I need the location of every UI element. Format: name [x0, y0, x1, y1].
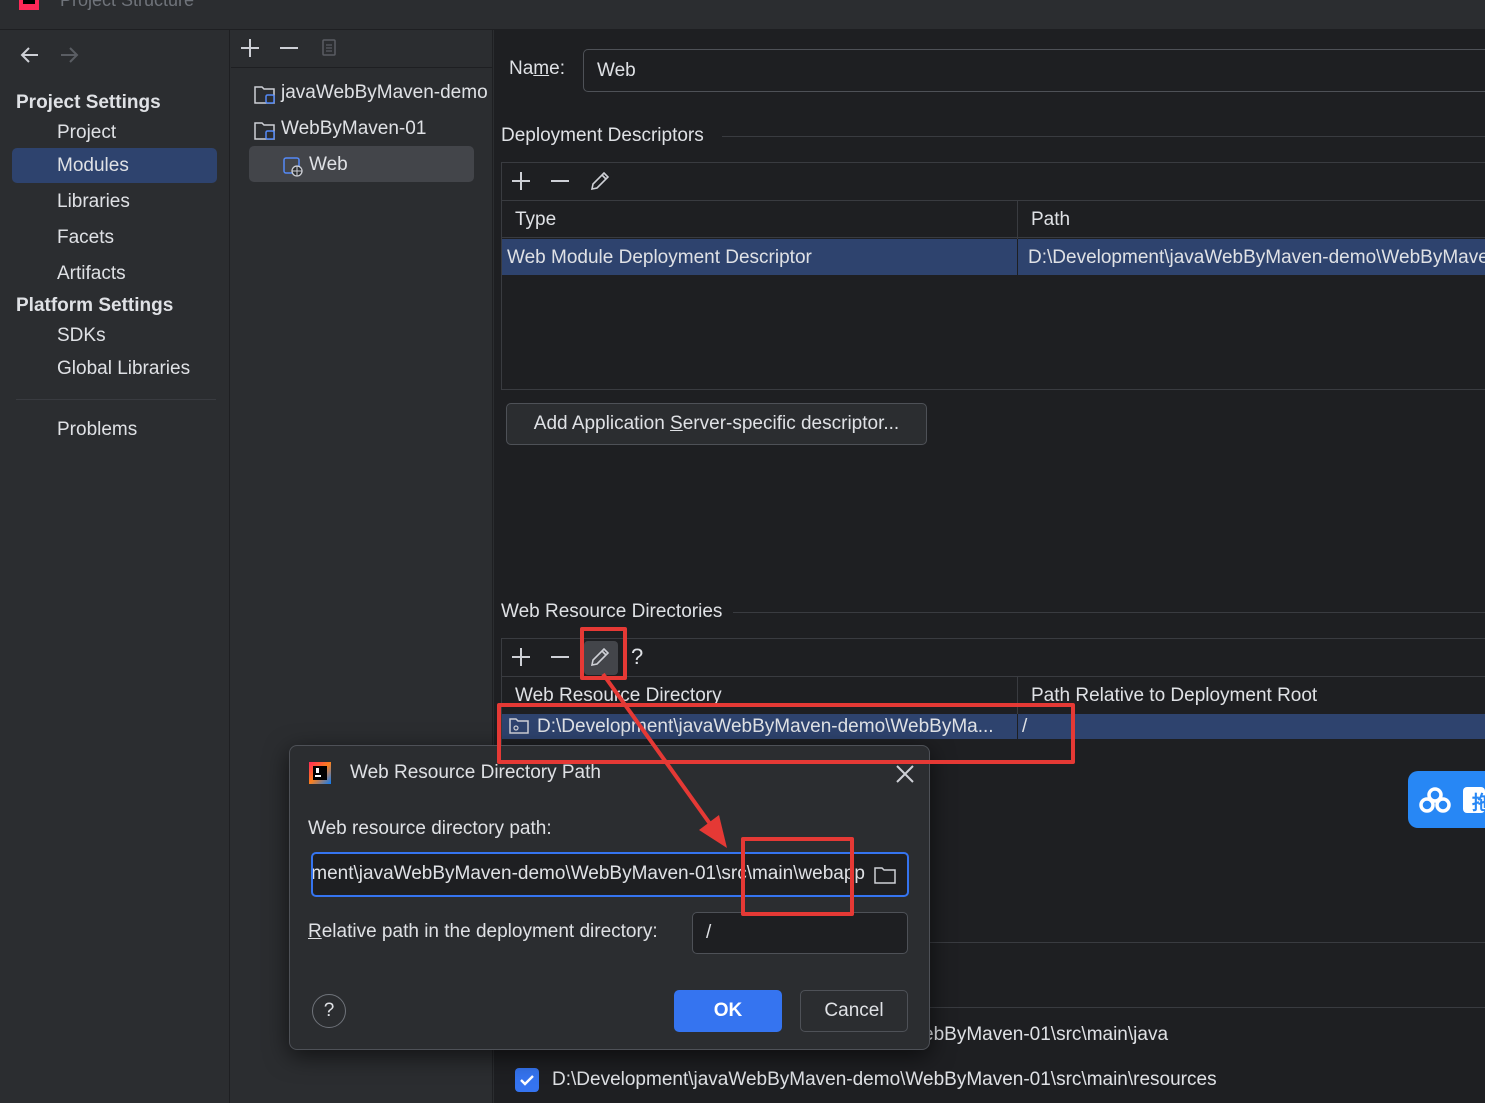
deployment-descriptors-table — [501, 162, 1485, 390]
plus-icon[interactable] — [509, 169, 533, 193]
source-root-checkbox[interactable] — [515, 1068, 539, 1092]
tree-item-javawebbymaven-demo[interactable]: javaWebByMaven-demo — [253, 75, 493, 111]
close-icon[interactable] — [893, 762, 917, 786]
intellij-logo-icon — [18, 0, 40, 10]
nav-item-sdks[interactable]: SDKs — [12, 318, 217, 353]
cloud-drive-widget[interactable]: 拖 — [1408, 771, 1485, 828]
browse-folder-icon[interactable] — [873, 864, 897, 886]
web-resource-directories-title: Web Resource Directories — [501, 601, 723, 622]
relative-path-input[interactable]: / — [692, 912, 908, 954]
name-label: Name: — [509, 58, 565, 79]
dialog-title: Web Resource Directory Path — [350, 762, 601, 783]
cancel-button[interactable]: Cancel — [800, 990, 908, 1032]
table-toolbar-divider — [502, 200, 1485, 201]
nav-item-libraries[interactable]: Libraries — [12, 184, 217, 219]
relative-path-label: Relative path in the deployment director… — [308, 921, 658, 942]
annotation-box-path-segment — [741, 837, 854, 916]
module-folder-icon — [253, 83, 277, 105]
nav-item-artifacts[interactable]: Artifacts — [12, 256, 217, 291]
plus-icon[interactable] — [509, 645, 533, 669]
group-divider — [733, 612, 1485, 613]
deployment-descriptors-title: Deployment Descriptors — [501, 125, 704, 146]
column-header-path[interactable]: Path — [1031, 209, 1070, 231]
descriptor-path-cell: D:\Development\javaWebByMaven-demo\WebBy… — [1028, 247, 1485, 268]
section-divider — [930, 942, 1485, 943]
minus-icon[interactable] — [277, 36, 301, 60]
column-separator — [1017, 239, 1018, 275]
copy-icon[interactable] — [317, 36, 341, 60]
minus-icon[interactable] — [548, 169, 572, 193]
minus-icon[interactable] — [548, 645, 572, 669]
widget-label: 拖 — [1472, 793, 1485, 814]
nav-item-problems[interactable]: Problems — [12, 412, 217, 447]
nav-item-modules[interactable]: Modules — [12, 148, 217, 183]
group-divider — [722, 136, 1485, 137]
descriptor-type-cell: Web Module Deployment Descriptor — [507, 247, 812, 268]
tree-item-web[interactable]: Web — [281, 147, 471, 183]
section-divider — [930, 1007, 1485, 1008]
cloud-drive-icon — [1418, 785, 1452, 815]
nav-item-facets[interactable]: Facets — [12, 220, 217, 255]
nav-item-global-libraries[interactable]: Global Libraries — [12, 351, 217, 386]
intellij-logo-icon — [308, 761, 332, 785]
nav-divider — [16, 399, 216, 400]
ok-button[interactable]: OK — [674, 990, 782, 1032]
project-settings-header: Project Settings — [16, 92, 161, 113]
plus-icon[interactable] — [238, 36, 262, 60]
tree-toolbar-divider — [231, 67, 493, 68]
module-folder-icon — [253, 119, 277, 141]
help-question-icon[interactable]: ? — [631, 644, 643, 670]
title-bar — [0, 0, 1485, 30]
tree-item-webbymaven-01[interactable]: WebByMaven-01 — [253, 111, 493, 147]
window-title: Project Structure — [60, 0, 195, 10]
name-input[interactable]: Web — [583, 49, 1485, 92]
add-server-descriptor-button[interactable]: Add Application Server-specific descript… — [506, 403, 927, 445]
source-root-path: D:\Development\javaWebByMaven-demo\WebBy… — [552, 1069, 1217, 1090]
path-label: Web resource directory path: — [308, 818, 552, 839]
column-header-type[interactable]: Type — [515, 209, 556, 231]
help-button[interactable]: ? — [312, 994, 346, 1028]
web-facet-icon — [281, 155, 305, 177]
edit-pencil-icon[interactable] — [588, 169, 612, 193]
annotation-arrow — [595, 670, 735, 855]
nav-item-project[interactable]: Project — [12, 115, 217, 150]
table-header-row — [502, 200, 1485, 238]
back-arrow-icon[interactable] — [18, 44, 42, 66]
forward-arrow-icon[interactable] — [57, 44, 81, 66]
annotation-box-selected-row — [497, 703, 1075, 764]
platform-settings-header: Platform Settings — [16, 295, 174, 316]
